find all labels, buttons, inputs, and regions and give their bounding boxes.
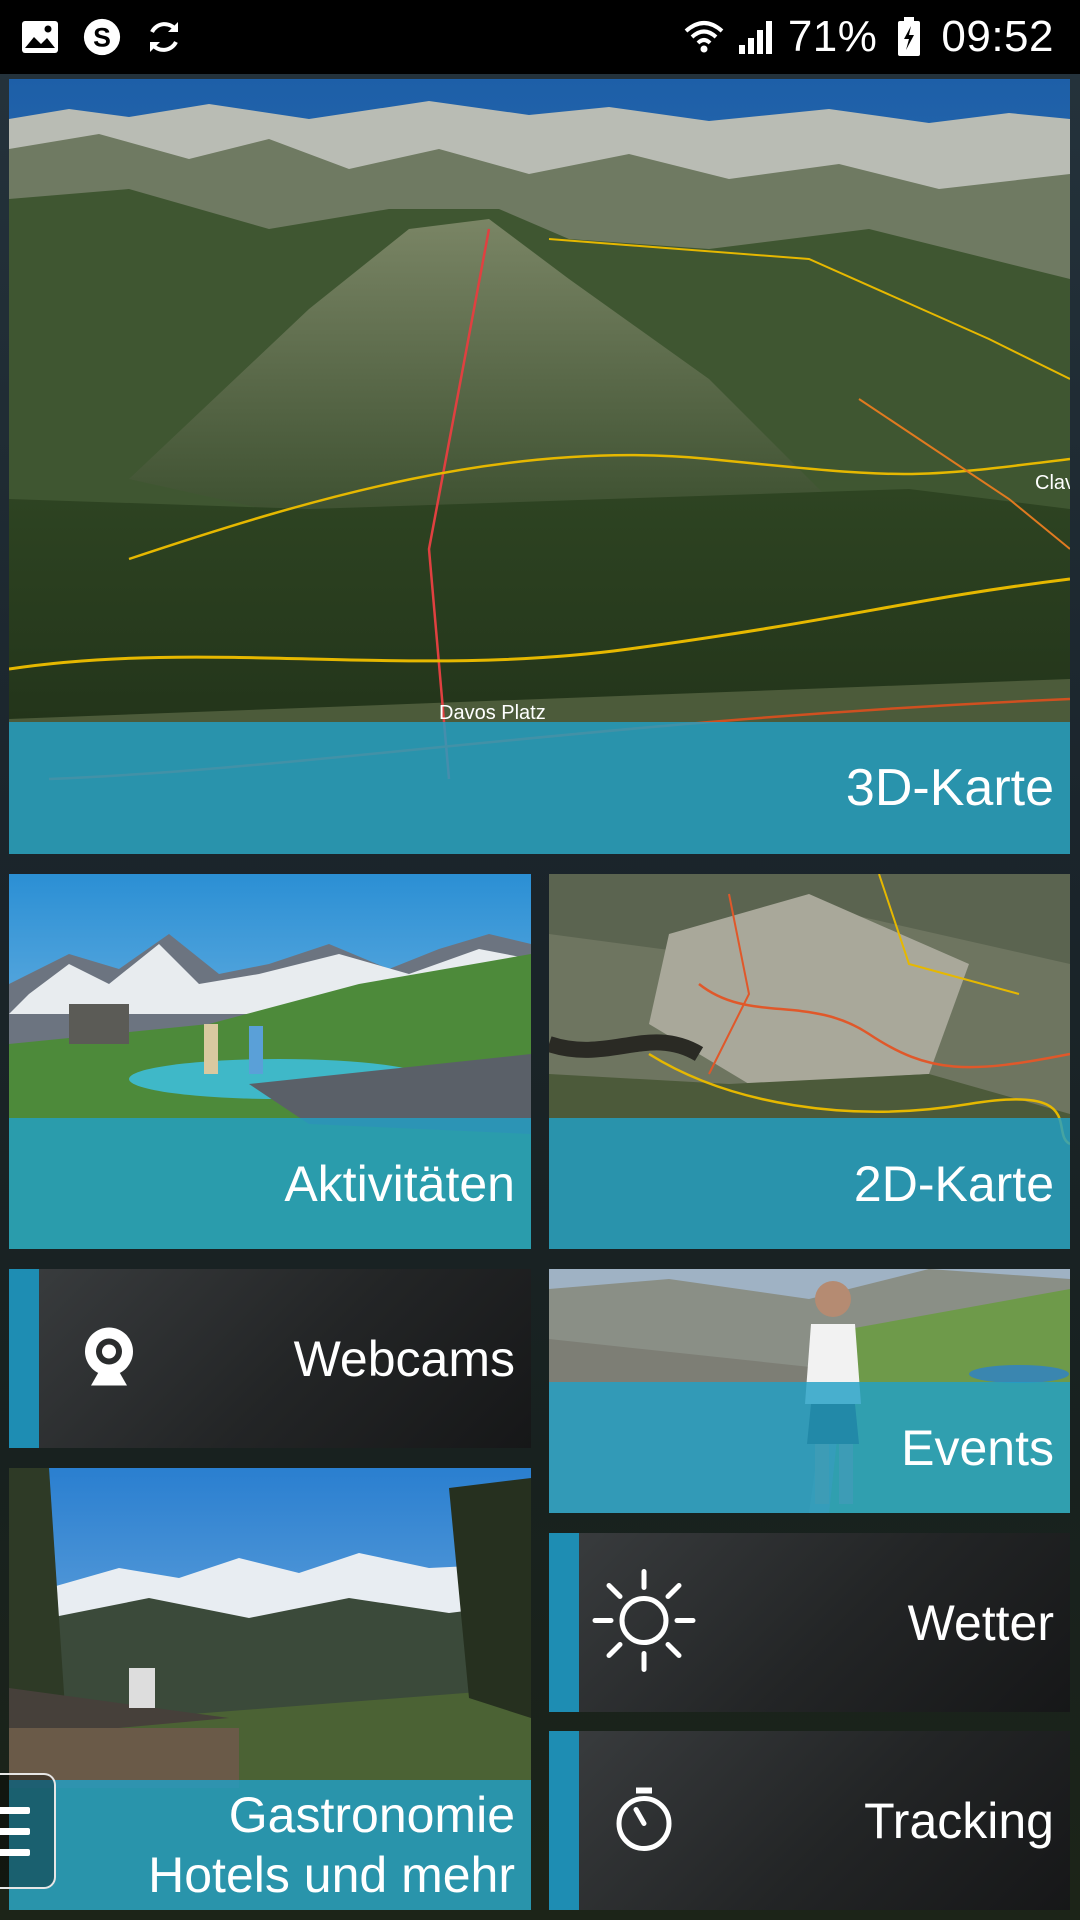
tile-label: 2D-Karte [853, 1155, 1054, 1212]
status-bar: S 71% 09:52 [0, 0, 1080, 74]
tile-webcams[interactable]: Webcams [9, 1269, 531, 1448]
tile-3d-map[interactable]: Davos Platz Clav 3D-Karte [9, 79, 1070, 854]
tile-label: Webcams [293, 1330, 515, 1387]
tile-label-line1: Gastronomie [228, 1787, 515, 1843]
place-label-davos: Davos Platz [439, 702, 546, 724]
tile-gastronomy[interactable]: Gastronomie Hotels und mehr [9, 1468, 531, 1910]
battery-percentage: 71% [787, 12, 878, 61]
clock: 09:52 [941, 12, 1054, 61]
skype-icon: S [82, 17, 122, 57]
tile-label-band: 2D-Karte [549, 1118, 1070, 1249]
tile-label: Aktivitäten [284, 1155, 515, 1212]
tile-label: Wetter [907, 1594, 1054, 1651]
tile-label-band: Aktivitäten [9, 1118, 531, 1249]
sun-icon [591, 1567, 697, 1678]
svg-text:S: S [93, 23, 111, 53]
tile-label-band: Gastronomie Hotels und mehr [9, 1780, 531, 1910]
stopwatch-icon [614, 1785, 674, 1856]
webcam-icon [79, 1323, 139, 1394]
place-label-clav: Clav [1035, 472, 1070, 494]
tile-accent-bar [9, 1269, 39, 1448]
tile-2d-map[interactable]: 2D-Karte [549, 874, 1070, 1249]
signal-icon [736, 17, 776, 57]
hamburger-menu-icon[interactable] [0, 1773, 56, 1889]
menu-line [0, 1806, 30, 1814]
menu-line [0, 1827, 30, 1835]
tile-tracking[interactable]: Tracking [549, 1731, 1070, 1910]
tile-events[interactable]: Events [549, 1269, 1070, 1513]
tile-label-line2: Hotels und mehr [148, 1847, 515, 1903]
menu-line [0, 1848, 30, 1856]
image-icon [20, 17, 60, 57]
sync-icon [144, 17, 184, 57]
battery-icon [889, 17, 929, 57]
tile-weather[interactable]: Wetter [549, 1533, 1070, 1712]
tile-label: Tracking [864, 1792, 1054, 1849]
tile-accent-bar [549, 1731, 579, 1910]
wifi-icon [684, 17, 724, 57]
tile-label-band: 3D-Karte [9, 722, 1070, 854]
tile-label: 3D-Karte [845, 758, 1054, 817]
tile-activities[interactable]: Aktivitäten [9, 874, 531, 1249]
tile-accent-bar [549, 1533, 579, 1712]
tile-label: Events [901, 1419, 1054, 1476]
tile-label-band: Events [549, 1382, 1070, 1513]
